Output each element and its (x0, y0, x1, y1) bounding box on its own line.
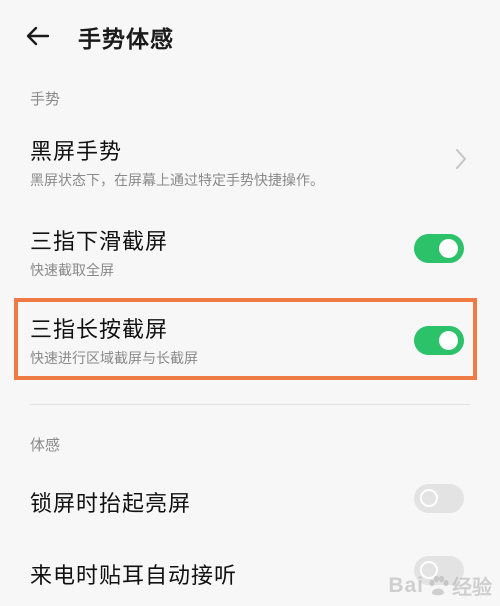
watermark-text-suffix: 经验 (452, 575, 492, 599)
row-title: 三指下滑截屏 (30, 230, 169, 255)
settings-page: 手势体感 手势 黑屏手势 黑屏状态下，在屏幕上通过特定手势快捷操作。 三指下滑截… (0, 0, 500, 606)
toggle-switch-on[interactable] (414, 326, 464, 355)
toggle-switch-off[interactable] (414, 484, 464, 513)
setting-row-three-finger-swipe-screenshot[interactable]: 三指下滑截屏 快速截取全屏 (0, 218, 500, 288)
row-subtitle: 黑屏状态下，在屏幕上通过特定手势快捷操作。 (30, 173, 324, 189)
row-title: 锁屏时抬起亮屏 (30, 492, 192, 517)
row-title: 来电时贴耳自动接听 (30, 564, 238, 589)
chevron-right-icon (456, 149, 466, 169)
back-button[interactable] (24, 22, 52, 50)
baidu-jingyan-watermark: Bai 经验 (388, 571, 492, 600)
toggle-switch-on[interactable] (414, 234, 464, 263)
arrow-left-icon (26, 26, 50, 46)
toggle-knob (420, 489, 438, 507)
toggle-knob (439, 239, 458, 258)
section-label-gesture: 手势 (30, 90, 61, 108)
watermark-text-prefix: Bai (388, 573, 424, 597)
setting-row-three-finger-hold-screenshot[interactable]: 三指长按截屏 快速进行区域截屏与长截屏 (0, 306, 500, 376)
row-title: 黑屏手势 (30, 140, 123, 165)
section-divider (30, 404, 470, 405)
section-label-motion: 体感 (30, 436, 61, 454)
page-title: 手势体感 (78, 27, 174, 53)
setting-row-raise-to-wake[interactable]: 锁屏时抬起亮屏 (0, 476, 500, 528)
row-subtitle: 快速进行区域截屏与长截屏 (30, 351, 198, 367)
paw-icon (429, 575, 449, 595)
toggle-knob (439, 331, 458, 350)
header: 手势体感 (0, 0, 500, 72)
row-subtitle: 快速截取全屏 (30, 263, 114, 279)
setting-row-black-screen-gesture[interactable]: 黑屏手势 黑屏状态下，在屏幕上通过特定手势快捷操作。 (0, 128, 500, 198)
row-title: 三指长按截屏 (30, 318, 169, 343)
